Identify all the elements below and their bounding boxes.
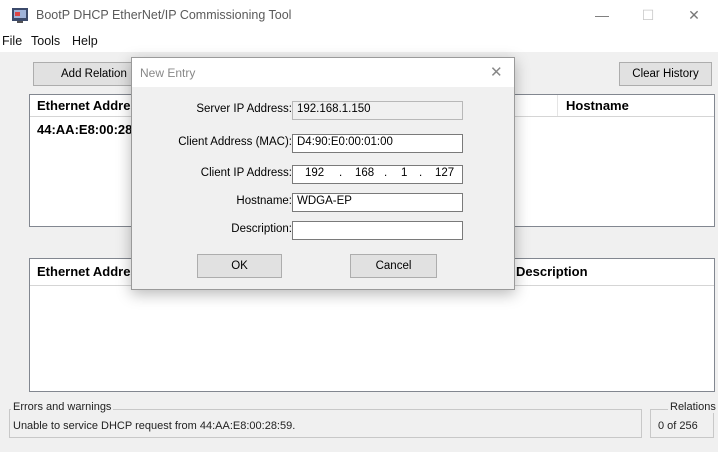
- server-ip-label: Server IP Address:: [196, 103, 292, 115]
- description-field[interactable]: [292, 221, 463, 240]
- column-description[interactable]: Description: [516, 264, 588, 279]
- menu-file[interactable]: File: [2, 34, 22, 48]
- ip-octet-2[interactable]: 168: [355, 167, 374, 179]
- ip-octet-1[interactable]: 192: [305, 167, 324, 179]
- description-label: Description:: [231, 223, 292, 235]
- server-ip-field: 192.168.1.150: [292, 101, 463, 120]
- column-separator: [557, 95, 558, 116]
- dialog-title: New Entry: [140, 66, 196, 80]
- mac-label: Client Address (MAC):: [178, 136, 292, 148]
- clear-history-button[interactable]: Clear History: [619, 62, 712, 86]
- column-ethernet-address[interactable]: Ethernet Address: [37, 98, 145, 113]
- column-ethernet-address[interactable]: Ethernet Address: [37, 264, 145, 279]
- ip-octet-4[interactable]: 127: [435, 167, 454, 179]
- mac-address-field[interactable]: D4:90:E0:00:01:00: [292, 134, 463, 153]
- hostname-field[interactable]: WDGA-EP: [292, 193, 463, 212]
- ip-dot: .: [339, 167, 343, 179]
- client-ip-field[interactable]: 192 . 168 . 1 . 127: [292, 165, 463, 184]
- maximize-button[interactable]: ☐: [634, 4, 662, 26]
- menu-tools[interactable]: Tools: [31, 34, 60, 48]
- cancel-button[interactable]: Cancel: [350, 254, 437, 278]
- ip-dot: .: [419, 167, 423, 179]
- column-hostname[interactable]: Hostname: [566, 98, 629, 113]
- menu-bar: [0, 30, 718, 52]
- ip-octet-3[interactable]: 1: [401, 167, 407, 179]
- ok-button[interactable]: OK: [197, 254, 282, 278]
- window-title: BootP DHCP EtherNet/IP Commissioning Too…: [36, 8, 292, 22]
- close-icon[interactable]: ✕: [490, 63, 503, 81]
- app-icon: [12, 8, 28, 23]
- menu-help[interactable]: Help: [72, 34, 98, 48]
- relations-label: Relations: [668, 401, 718, 413]
- add-relation-button[interactable]: Add Relation: [33, 62, 141, 86]
- ip-dot: .: [384, 167, 388, 179]
- relations-count: 0 of 256: [658, 420, 698, 432]
- close-button[interactable]: ✕: [680, 4, 708, 26]
- errors-label: Errors and warnings: [11, 401, 114, 413]
- error-message: Unable to service DHCP request from 44:A…: [13, 420, 296, 432]
- hostname-label: Hostname:: [236, 195, 292, 207]
- client-ip-label: Client IP Address:: [200, 167, 292, 179]
- new-entry-dialog: New Entry ✕ Server IP Address: 192.168.1…: [131, 57, 515, 290]
- minimize-button[interactable]: —: [588, 4, 616, 26]
